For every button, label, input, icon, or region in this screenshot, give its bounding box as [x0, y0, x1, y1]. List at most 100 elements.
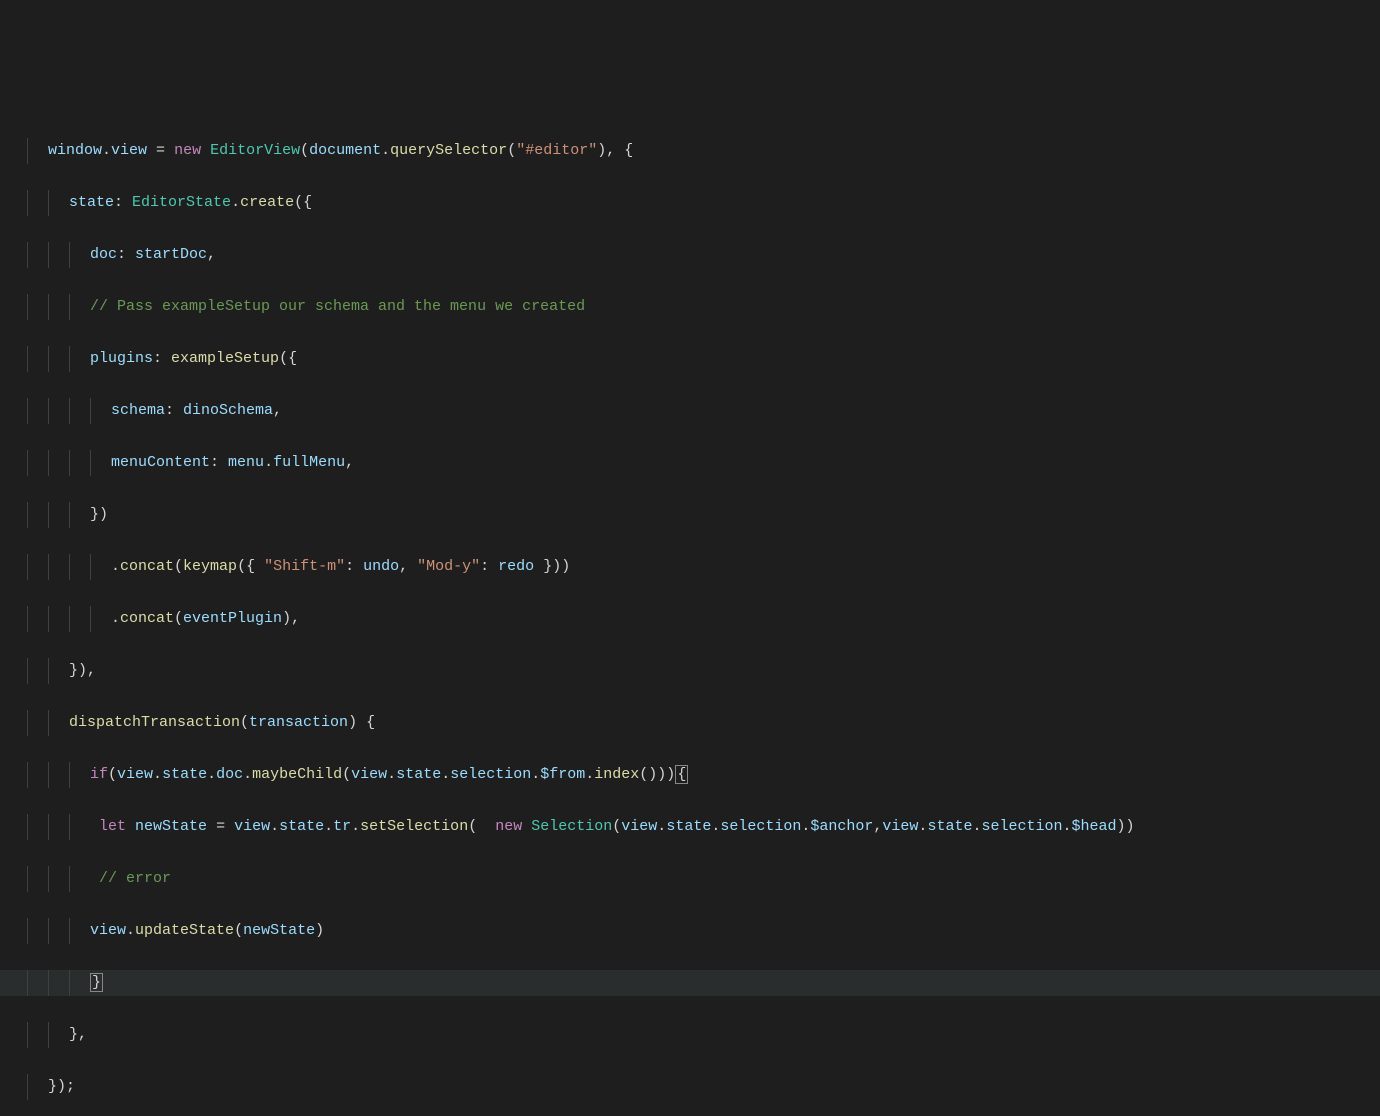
code-token: , [873, 818, 882, 835]
code-token: // error [99, 870, 171, 887]
code-token: view [882, 818, 918, 835]
code-token: // Pass exampleSetup our schema and the … [90, 298, 585, 315]
code-token: . [381, 142, 390, 159]
code-token: $from [540, 766, 585, 783]
code-token: . [918, 818, 927, 835]
code-token: maybeChild [252, 766, 342, 783]
code-line[interactable]: // error [0, 866, 1380, 892]
code-token: . [264, 454, 273, 471]
code-token: dinoSchema [183, 402, 273, 419]
code-editor[interactable]: window.view = new EditorView(document.qu… [0, 104, 1380, 1116]
code-line[interactable]: }) [0, 502, 1380, 528]
code-token: view [351, 766, 387, 783]
code-line[interactable]: doc: startDoc, [0, 242, 1380, 268]
code-token: . [324, 818, 333, 835]
code-token: , [399, 558, 417, 575]
code-token: view [111, 142, 147, 159]
code-line[interactable]: window.view = new EditorView(document.qu… [0, 138, 1380, 164]
code-line[interactable]: }); [0, 1074, 1380, 1100]
code-token: ( [507, 142, 516, 159]
code-token [522, 818, 531, 835]
code-token: . [585, 766, 594, 783]
code-line[interactable]: plugins: exampleSetup({ [0, 346, 1380, 372]
code-line[interactable]: view.updateState(newState) [0, 918, 1380, 944]
code-token: tr [333, 818, 351, 835]
code-line[interactable]: if(view.state.doc.maybeChild(view.state.… [0, 762, 1380, 788]
code-token: new [174, 142, 201, 159]
code-line[interactable]: }), [0, 658, 1380, 684]
code-token: querySelector [390, 142, 507, 159]
code-token: redo [498, 558, 534, 575]
code-token: , [345, 454, 354, 471]
code-token: selection [450, 766, 531, 783]
code-token: }); [48, 1078, 75, 1095]
code-token: . [531, 766, 540, 783]
code-token: state [279, 818, 324, 835]
code-token: ({ [237, 558, 264, 575]
code-token: : [480, 558, 498, 575]
code-token: , [273, 402, 282, 419]
code-token: doc [216, 766, 243, 783]
code-token: newState [243, 922, 315, 939]
code-token: : [117, 246, 135, 263]
code-token: , [207, 246, 216, 263]
code-token: . [801, 818, 810, 835]
code-token: newState [135, 818, 207, 835]
code-token: schema [111, 402, 165, 419]
code-line[interactable]: // Pass exampleSetup our schema and the … [0, 294, 1380, 320]
code-token: state [666, 818, 711, 835]
code-token: view [117, 766, 153, 783]
code-token: . [1062, 818, 1071, 835]
code-token: . [351, 818, 360, 835]
code-token: view [621, 818, 657, 835]
code-line[interactable]: menuContent: menu.fullMenu, [0, 450, 1380, 476]
code-token [126, 818, 135, 835]
code-token: . [972, 818, 981, 835]
code-token: ({ [294, 194, 312, 211]
code-token: document [309, 142, 381, 159]
code-token: ({ [279, 350, 297, 367]
code-token: ) [315, 922, 324, 939]
code-token: state [162, 766, 207, 783]
code-token: menuContent [111, 454, 210, 471]
code-token: . [102, 142, 111, 159]
code-line[interactable]: let newState = view.state.tr.setSelectio… [0, 814, 1380, 840]
code-token: ( [174, 558, 183, 575]
code-token: : [114, 194, 132, 211]
code-token: $head [1072, 818, 1117, 835]
code-line-active[interactable]: } [0, 970, 1380, 996]
code-token: ), [282, 610, 300, 627]
code-token: exampleSetup [171, 350, 279, 367]
code-line[interactable]: schema: dinoSchema, [0, 398, 1380, 424]
code-token: $anchor [810, 818, 873, 835]
code-token: state [396, 766, 441, 783]
code-token: EditorView [210, 142, 300, 159]
code-token: Selection [531, 818, 612, 835]
code-token: ( [612, 818, 621, 835]
code-token: concat [120, 610, 174, 627]
code-line[interactable]: .concat(eventPlugin), [0, 606, 1380, 632]
code-token: selection [981, 818, 1062, 835]
code-token: create [240, 194, 294, 211]
code-token: . [207, 766, 216, 783]
code-token: state [69, 194, 114, 211]
code-token [201, 142, 210, 159]
code-line[interactable]: dispatchTransaction(transaction) { [0, 710, 1380, 736]
code-token: . [270, 818, 279, 835]
code-token: : [345, 558, 363, 575]
code-token: )) [1117, 818, 1135, 835]
code-line[interactable]: state: EditorState.create({ [0, 190, 1380, 216]
code-token: })) [534, 558, 570, 575]
code-token: selection [720, 818, 801, 835]
code-token: . [231, 194, 240, 211]
code-token: keymap [183, 558, 237, 575]
code-token: = [147, 142, 174, 159]
code-token: . [126, 922, 135, 939]
code-token: undo [363, 558, 399, 575]
code-line[interactable]: }, [0, 1022, 1380, 1048]
code-token: . [387, 766, 396, 783]
code-token: ( [300, 142, 309, 159]
code-token: window [48, 142, 102, 159]
code-token: eventPlugin [183, 610, 282, 627]
code-token: : [165, 402, 183, 419]
